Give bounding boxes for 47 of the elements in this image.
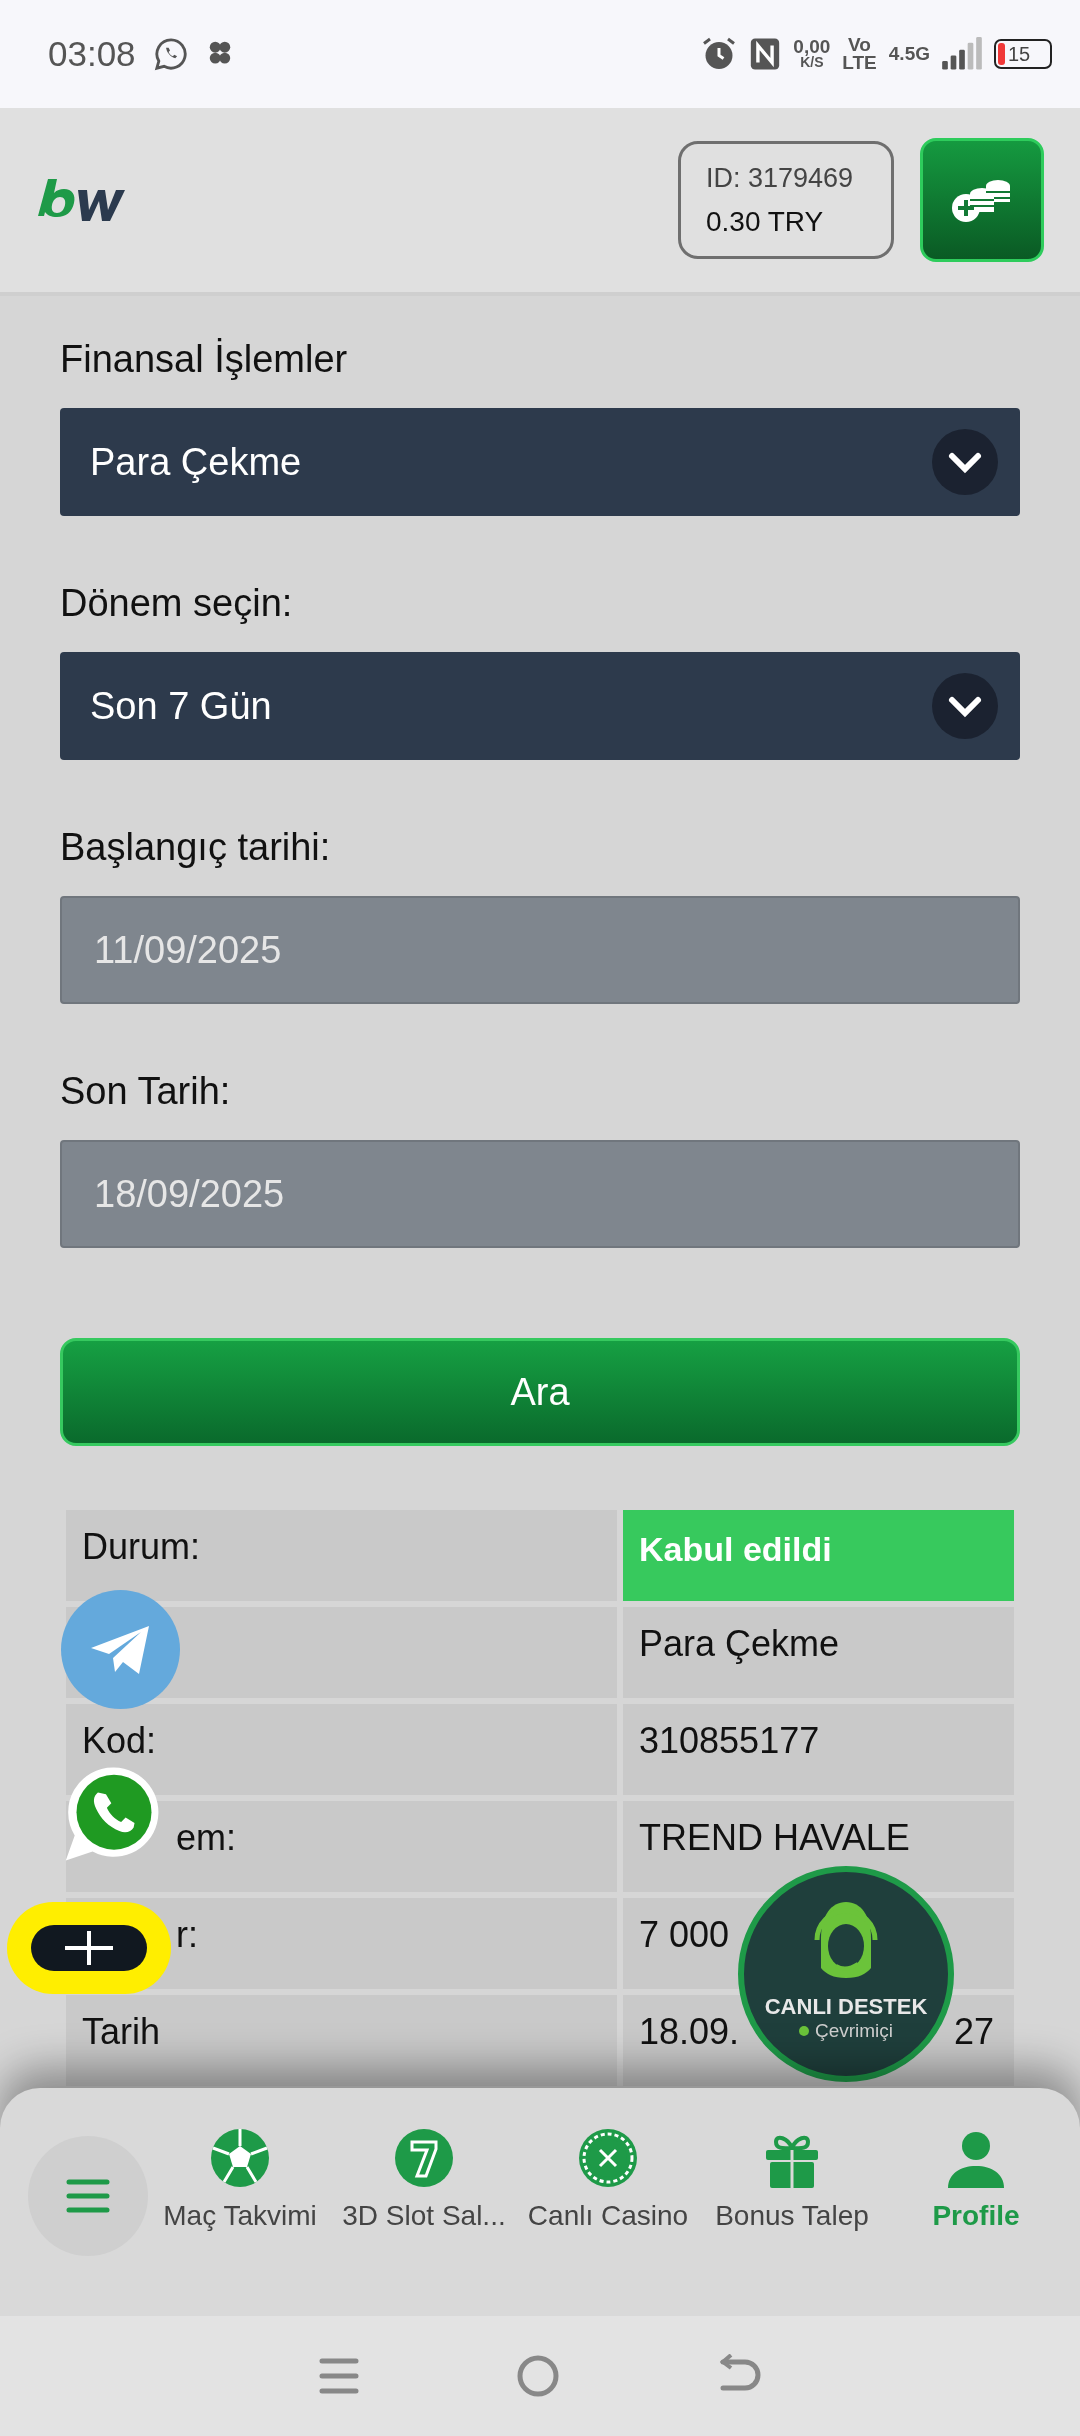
table-cell: Kod: — [66, 1704, 617, 1795]
live-support-label: CANLI DESTEK — [764, 1994, 928, 2020]
soccer-ball-icon — [210, 2128, 270, 2188]
status-cell: Kabul edildi — [623, 1510, 1014, 1601]
battery-level: 15 — [1008, 42, 1031, 66]
field-label: Son Tarih: — [60, 1070, 232, 1114]
table-text: 18.09. — [639, 2011, 740, 2054]
clock-time: 03:08 — [48, 34, 136, 74]
online-dot — [798, 2026, 809, 2036]
table-cell: Para Çekme — [623, 1607, 1014, 1698]
battery-charge-bar — [998, 43, 1005, 65]
alarm-icon — [701, 36, 738, 72]
network-speed: 0,00 — [793, 38, 831, 57]
field-label: Dönem seçin: — [60, 582, 294, 626]
nav-tab[interactable]: 3D Slot Sal... — [332, 2128, 516, 2232]
field-label: Finansal İşlemler — [60, 338, 349, 382]
nav-tab[interactable]: Canlı Casino — [516, 2128, 700, 2232]
speed-unit: K/S — [800, 56, 824, 70]
chevron-down-icon — [932, 673, 998, 739]
chat-icon — [153, 37, 188, 71]
home-icon[interactable] — [516, 2354, 560, 2398]
table-cell: TREND HAVALE — [623, 1801, 1014, 1892]
field-label: Başlangıç tarihi: — [60, 826, 332, 870]
recents-icon[interactable] — [318, 2358, 359, 2394]
plus-icon — [31, 1925, 147, 1971]
nav-tab[interactable]: Bonus Talep — [700, 2128, 884, 2232]
roulette-chip-icon — [578, 2128, 638, 2188]
search-button[interactable]: Ara — [60, 1338, 1020, 1446]
nav-tab[interactable]: Maç Takvimi — [148, 2128, 332, 2232]
dropdown-field[interactable]: Son 7 Gün — [60, 652, 1020, 760]
lte-label: LTE — [842, 54, 877, 73]
network-type: 4.5G — [888, 44, 930, 63]
nfc-icon — [749, 37, 782, 71]
seven-coin-icon — [394, 2128, 454, 2188]
online-status: Çevrimiçi — [814, 2020, 894, 2042]
table-cell: Durum: — [66, 1510, 617, 1601]
account-id: ID: 3179469 — [706, 162, 855, 194]
menu-icon — [65, 2178, 111, 2214]
table-text: 27 — [953, 2011, 994, 2054]
dropdown-field[interactable]: Para Çekme — [60, 408, 1020, 516]
deposit-button[interactable] — [920, 138, 1044, 262]
balance-amount: 0.30 TRY — [706, 205, 825, 238]
volte-label: Vo — [848, 35, 871, 54]
chevron-down-icon — [932, 429, 998, 495]
signal-icon — [942, 37, 982, 71]
table-cell: Tarih — [66, 1995, 617, 2086]
table-cell: 310855177 — [623, 1704, 1014, 1795]
